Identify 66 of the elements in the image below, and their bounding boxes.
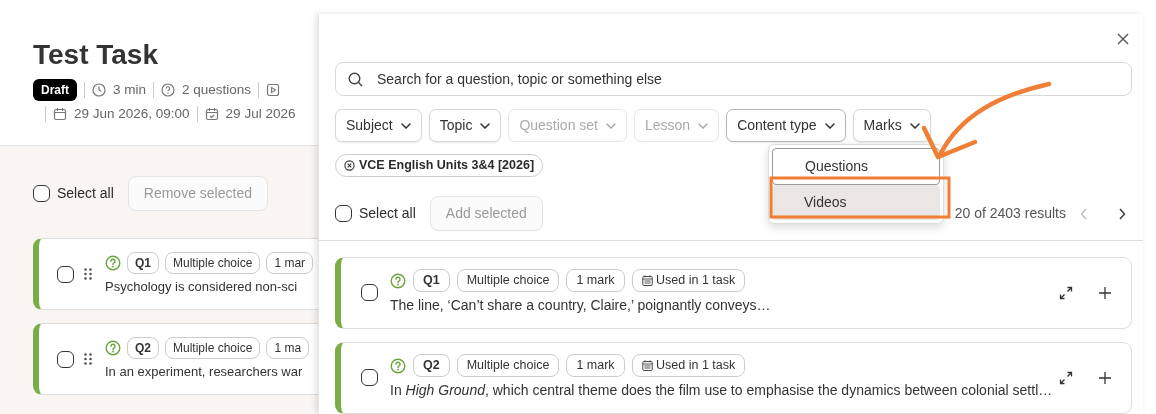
question-number-tag: Q1 (127, 251, 159, 274)
calendar-check-icon (204, 107, 219, 122)
drag-handle-icon[interactable] (83, 267, 93, 281)
filter-dropdown[interactable]: Marks (852, 109, 931, 142)
help-icon (390, 357, 406, 374)
help-icon (161, 83, 176, 97)
select-all-label: Select all (359, 204, 416, 224)
chevron-down-icon (698, 122, 709, 129)
question-number-tag: Q1 (413, 269, 450, 292)
marks-tag: 1 mark (566, 269, 625, 292)
checkbox[interactable] (57, 350, 74, 368)
marks-tag: 1 mar (266, 251, 314, 274)
filter-dropdown[interactable]: Content type (726, 109, 846, 142)
chevron-down-icon (480, 122, 491, 129)
question-text: Psychology is considered non-sci (105, 278, 299, 296)
question-type-tag: Multiple choice (165, 251, 261, 274)
drag-handle-icon[interactable] (83, 352, 93, 366)
question-type-tag: Multiple choice (456, 269, 560, 292)
filter-dropdown[interactable]: Subject (335, 109, 422, 142)
clock-icon (92, 83, 106, 97)
add-button[interactable] (1099, 371, 1111, 384)
meta-text: 2 questions (182, 80, 252, 99)
close-icon[interactable] (1117, 33, 1129, 45)
question-type-tag: Multiple choice (456, 354, 560, 377)
meta-text: 3 min (113, 80, 147, 99)
add-button[interactable] (1099, 286, 1111, 299)
search-icon (348, 71, 363, 87)
usage-tag: Used in 1 task (631, 269, 746, 292)
checkbox[interactable] (361, 369, 378, 387)
results-count: 20 of 2403 results (954, 204, 1066, 224)
remove-icon[interactable] (344, 159, 355, 171)
marks-tag: 1 ma (266, 336, 310, 359)
status-badge: Draft (33, 79, 77, 101)
checkbox[interactable] (361, 284, 378, 302)
question-text: The line, ‘Can’t share a country, Claire,’ poignantly conveys… (390, 296, 771, 316)
help-icon (105, 339, 121, 356)
date-text: 29 Jun 2026, 09:00 (74, 105, 190, 123)
calendar-icon (641, 360, 653, 371)
filter-dropdown[interactable]: Topic (428, 109, 502, 142)
chevron-down-icon (606, 122, 616, 129)
chevron-down-icon (909, 122, 920, 129)
question-number-tag: Q2 (127, 336, 159, 359)
page-title: Test Task (33, 38, 159, 72)
question-number-tag: Q2 (413, 354, 450, 377)
chevron-right-icon[interactable] (1118, 207, 1126, 220)
chevron-down-icon (824, 122, 835, 129)
question-text: In an experiment, researchers war (105, 363, 304, 381)
expand-button[interactable] (1059, 370, 1073, 385)
date-text: 29 Jul 2026 (225, 105, 296, 123)
usage-tag: Used in 1 task (631, 354, 746, 377)
search-field[interactable]: Search for a question, topic or something else (335, 62, 1132, 96)
calendar-icon (641, 275, 653, 286)
help-icon (105, 254, 121, 271)
chevron-down-icon (400, 122, 411, 129)
question-text: In High Ground, which central theme does the film use to emphasise the dynamics between colonial settl… (390, 381, 1053, 401)
checkbox[interactable] (33, 184, 50, 202)
checkbox[interactable] (57, 265, 74, 283)
video-icon (266, 83, 281, 97)
expand-button[interactable] (1059, 285, 1073, 300)
checkbox[interactable] (335, 205, 352, 223)
select-all-label: Select all (57, 183, 114, 203)
help-icon (390, 272, 406, 289)
question-type-tag: Multiple choice (165, 336, 261, 359)
calendar-icon (53, 107, 67, 122)
menu-option[interactable]: Videos (772, 185, 940, 220)
marks-tag: 1 mark (566, 354, 625, 377)
